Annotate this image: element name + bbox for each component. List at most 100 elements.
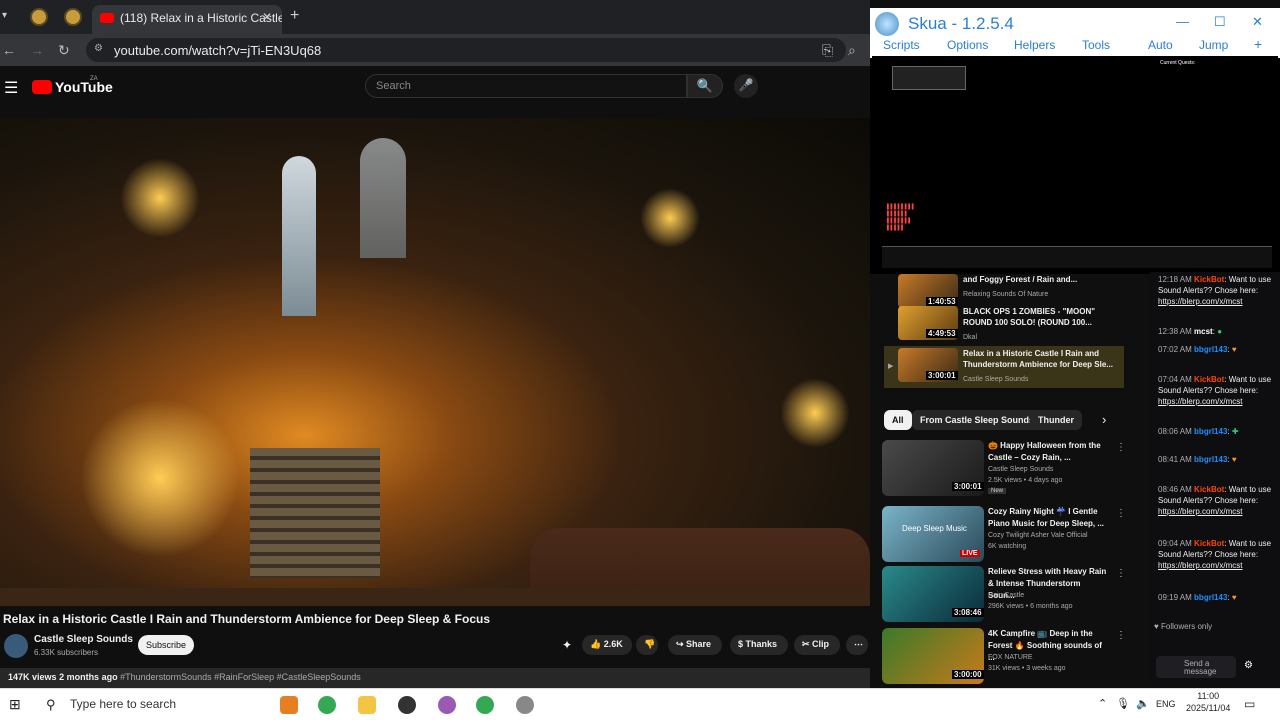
pinned-tab-1[interactable] <box>30 8 48 26</box>
reload-icon[interactable]: ↻ <box>58 42 70 59</box>
fireplace-glow <box>80 398 240 558</box>
recommended-video[interactable]: 3:00:01 🎃 Happy Halloween from the Castl… <box>882 440 1132 498</box>
jump-button[interactable]: Jump <box>1199 38 1228 52</box>
youtube-logo[interactable]: YouTube <box>55 79 113 95</box>
game-chat: ▌▌▌▌▌▌▌▌ ▌▌▌▌▌▌ ▌▌▌▌▌▌▌ ▌▌▌▌▌ <box>887 204 916 231</box>
zoom-icon[interactable]: ⌕ <box>848 42 856 59</box>
share-button[interactable]: ↪ Share <box>668 635 722 655</box>
chat-message: 12:18 AM KickBot: Want to use Sound Aler… <box>1158 275 1272 306</box>
more-vert-icon[interactable]: ⋮ <box>1116 568 1126 579</box>
video-channel: Castle Sleep Sounds <box>988 466 1054 473</box>
channel-avatar[interactable] <box>4 634 28 658</box>
candle-glow <box>780 378 850 448</box>
mic-icon[interactable]: 🎙 <box>1116 697 1130 710</box>
new-tab-button[interactable]: + <box>290 7 299 25</box>
forward-icon[interactable]: → <box>30 42 44 58</box>
video-channel: FOX NATURE <box>988 654 1033 661</box>
taskbar-search[interactable]: Type here to search <box>36 690 176 711</box>
subscriber-count: 6.33K subscribers <box>34 648 99 657</box>
description-box[interactable]: 147K views 2 months ago #ThunderstormSou… <box>0 668 870 688</box>
menu-scripts[interactable]: Scripts <box>883 38 920 52</box>
notification-icon[interactable]: ▭ <box>1244 697 1255 711</box>
playlist-title: BLACK OPS 1 ZOMBIES - "MOON" ROUND 100 S… <box>963 307 1096 327</box>
recommended-video[interactable]: 3:08:46 Relieve Stress with Heavy Rain &… <box>882 566 1132 624</box>
like-icon: 👍 <box>590 639 604 649</box>
url-field[interactable]: ⚙ youtube.com/watch?v=jTi-EN3Uq68 <box>86 38 846 62</box>
video-title: Relax in a Historic Castle I Rain and Th… <box>3 612 491 626</box>
tab-youtube[interactable]: (118) Relax in a Historic Castle <box>92 5 282 34</box>
recommended-video[interactable]: Deep Sleep Music LIVE Cozy Rainy Night ☔… <box>882 506 1132 564</box>
chat-input[interactable]: Send a message <box>1156 656 1236 678</box>
close-icon[interactable]: ✕ <box>1252 14 1263 30</box>
minimize-icon[interactable]: — <box>1176 14 1189 29</box>
site-info-icon[interactable]: ⚙ <box>94 43 103 54</box>
floor <box>0 588 870 606</box>
chip-all[interactable]: All <box>884 410 912 430</box>
duration: 4:49:53 <box>926 329 958 338</box>
search-icon[interactable]: 🔍 <box>687 74 723 98</box>
file-explorer-icon[interactable] <box>358 696 376 714</box>
more-vert-icon[interactable]: ⋮ <box>1116 630 1126 641</box>
playlist-channel: Dkal <box>963 334 978 341</box>
menu-options[interactable]: Options <box>947 38 988 52</box>
hashtags[interactable]: #ThunderstormSounds #RainForSleep #Castl… <box>120 672 361 682</box>
menu-icon[interactable]: ☰ <box>4 78 18 98</box>
more-icon[interactable]: ⋯ <box>846 635 868 655</box>
menu-tools[interactable]: Tools <box>1082 38 1110 52</box>
tab-list-icon[interactable]: ▾ <box>2 10 7 21</box>
youtube-logo-icon[interactable] <box>32 80 52 94</box>
game-viewport[interactable]: Current Quests: ▌▌▌▌▌▌▌▌ ▌▌▌▌▌▌ ▌▌▌▌▌▌▌ ▌▌▌… <box>872 56 1278 274</box>
duration: 3:08:46 <box>952 608 984 617</box>
app-icon[interactable] <box>438 696 456 714</box>
thanks-button[interactable]: $ Thanks <box>730 635 788 655</box>
close-tab-icon[interactable]: ✕ <box>262 10 272 24</box>
playlist-item-current[interactable]: 3:00:01 Relax in a Historic Castle I Rain… <box>884 346 1124 386</box>
pinned-tab-2[interactable] <box>64 8 82 26</box>
video-player[interactable] <box>0 118 870 606</box>
channel-name[interactable]: Castle Sleep Sounds <box>34 634 133 645</box>
playlist-item[interactable]: 4:49:53 BLACK OPS 1 ZOMBIES - "MOON" ROUN… <box>884 304 1124 344</box>
app-icon[interactable] <box>398 696 416 714</box>
chrome-active-icon[interactable] <box>476 696 494 714</box>
chat-message: 09:19 AM bbgrl143: ♥ <box>1158 593 1237 602</box>
playlist-channel: Castle Sleep Sounds <box>963 376 1029 383</box>
followers-only-notice: ♥ Followers only <box>1154 622 1212 631</box>
language-indicator[interactable]: ENG <box>1156 699 1176 709</box>
quest-header: Current Quests: <box>1160 60 1196 66</box>
game-action-bar[interactable] <box>882 246 1272 268</box>
chip-from-channel[interactable]: From Castle Sleep Sounds <box>912 410 1043 430</box>
candle-glow <box>120 158 200 238</box>
video-channel: Rain Castle <box>988 592 1025 599</box>
skua-title: Skua - 1.2.5.4 <box>908 14 1014 33</box>
search-input[interactable]: Search <box>365 74 687 98</box>
chevron-up-icon[interactable]: ⌃ <box>1098 697 1107 710</box>
settings-icon[interactable]: ⚙ <box>1244 660 1253 671</box>
dislike-icon[interactable]: 👎 <box>636 635 658 655</box>
copilot-icon[interactable] <box>280 696 298 714</box>
install-icon[interactable]: ⎘ <box>822 42 833 59</box>
volume-icon[interactable]: 🔈 <box>1136 697 1150 710</box>
followers-only-text: Followers only <box>1160 622 1213 631</box>
more-vert-icon[interactable]: ⋮ <box>1116 508 1126 519</box>
add-icon[interactable]: + <box>1254 36 1262 52</box>
chevron-right-icon[interactable]: › <box>1102 412 1106 427</box>
sparkle-icon[interactable]: ✦ <box>562 638 572 652</box>
window-art <box>360 138 406 258</box>
like-button[interactable]: 👍 2.6K <box>582 635 632 655</box>
subscribe-button[interactable]: Subscribe <box>138 635 194 655</box>
maximize-icon[interactable]: ☐ <box>1214 14 1226 30</box>
chip-thunder[interactable]: Thunder <box>1030 410 1082 430</box>
more-vert-icon[interactable]: ⋮ <box>1116 442 1126 453</box>
windows-start-icon[interactable]: ⊞ <box>9 696 21 713</box>
clock[interactable]: 11:00 2025/11/04 <box>1186 690 1230 714</box>
back-icon[interactable]: ← <box>2 42 16 58</box>
recommended-video[interactable]: 3:00:00 4K Campfire 📺 Deep in the Forest… <box>882 628 1132 686</box>
skua-taskbar-icon[interactable] <box>516 696 534 714</box>
auto-button[interactable]: Auto <box>1148 38 1173 52</box>
candle-glow <box>640 188 700 248</box>
menu-helpers[interactable]: Helpers <box>1014 38 1055 52</box>
chrome-icon[interactable] <box>318 696 336 714</box>
mic-icon[interactable]: 🎤 <box>734 74 758 98</box>
clip-button[interactable]: ✂ Clip <box>794 635 840 655</box>
share-label: Share <box>686 639 712 649</box>
